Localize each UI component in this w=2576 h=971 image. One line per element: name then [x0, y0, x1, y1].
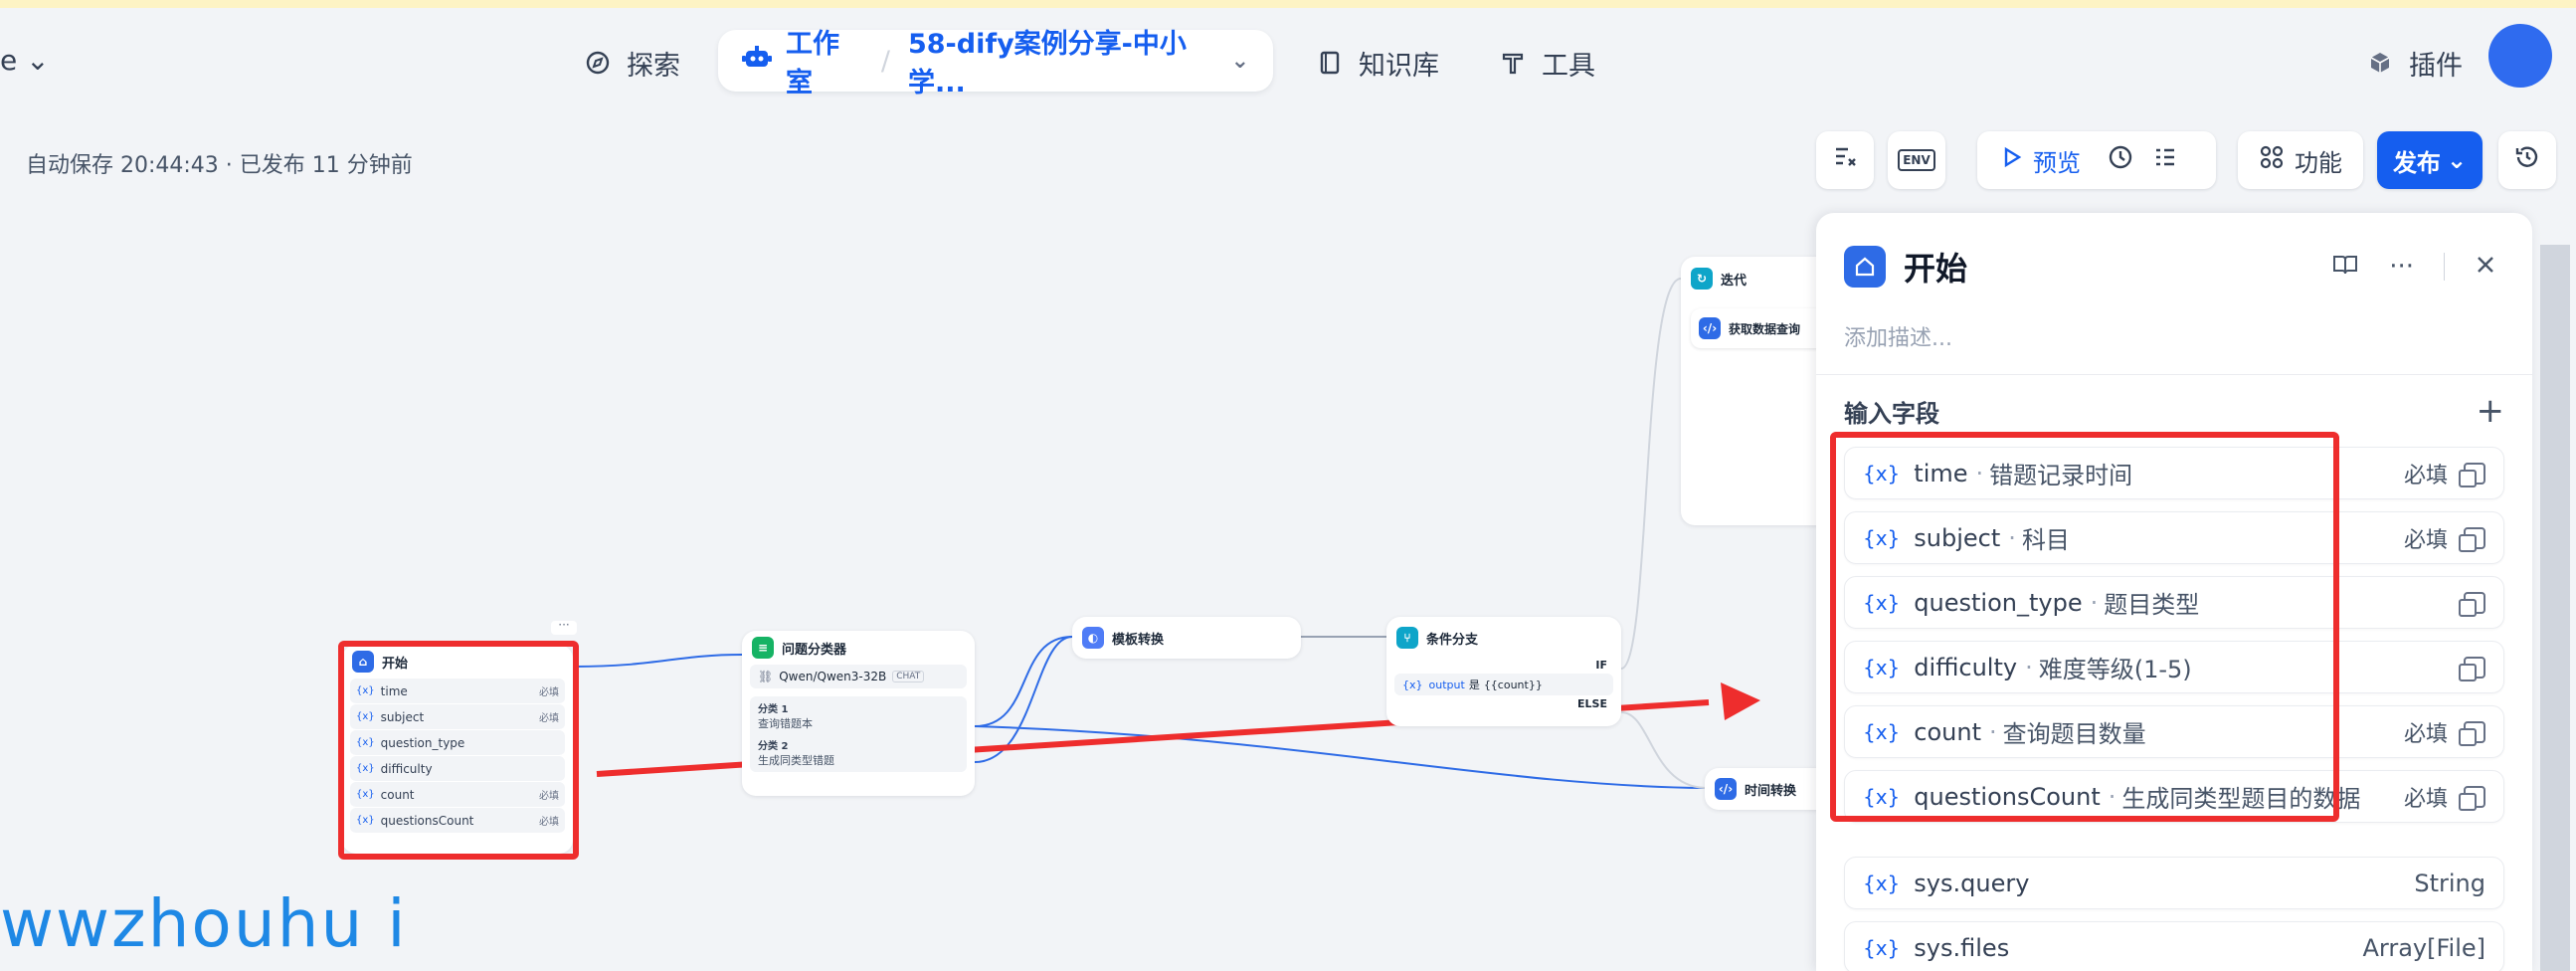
panel-title: 开始: [1904, 250, 1968, 288]
branch-icon: ⑂: [1396, 627, 1418, 649]
section-label: 输入字段: [1844, 399, 1939, 428]
more-icon[interactable]: ···: [551, 619, 577, 635]
code-icon: ‹/›: [1699, 317, 1721, 339]
edge-class1-template: [974, 636, 1073, 727]
ifelse-title: 条件分支: [1426, 632, 1479, 648]
copy-icon[interactable]: [2459, 656, 2485, 681]
template-title: 模板转换: [1112, 632, 1165, 648]
iteration-title: 迭代: [1721, 273, 1748, 289]
book-open-icon[interactable]: [2331, 251, 2359, 283]
fetch-node[interactable]: ‹/› 获取数据查询: [1691, 308, 1830, 348]
loop-icon: ↻: [1691, 268, 1713, 290]
model-selector[interactable]: ⛓ Qwen/Qwen3-32B CHAT: [750, 665, 967, 688]
template-icon: ◐: [1082, 627, 1104, 649]
annotation-arrow-head: [1721, 682, 1760, 720]
annotation-box-input-fields: [1830, 432, 2339, 822]
copy-icon[interactable]: [2459, 720, 2485, 746]
watermark: wwzhouhu i: [0, 885, 408, 962]
variable-icon: {x}: [1863, 935, 1901, 960]
classifier-icon: ≡: [752, 637, 774, 659]
model-icon: ⛓: [758, 670, 774, 683]
timeconv-title: 时间转换: [1745, 783, 1797, 799]
class-item: 分类 1 查询错题本 分类 2 生成同类型错题: [750, 696, 967, 772]
copy-icon[interactable]: [2459, 591, 2485, 617]
fetch-title: 获取数据查询: [1729, 321, 1801, 336]
condition-row: {x} output 是 {{count}}: [1394, 674, 1613, 695]
classifier-node[interactable]: ≡ 问题分类器 ⛓ Qwen/Qwen3-32B CHAT 分类 1 查询错题本…: [742, 631, 975, 796]
copy-icon[interactable]: [2459, 785, 2485, 811]
classifier-title: 问题分类器: [782, 642, 847, 658]
copy-icon[interactable]: [2459, 526, 2485, 552]
system-field-row[interactable]: {x} sys.query String: [1844, 857, 2504, 909]
edge-start-classifier: [574, 654, 743, 668]
description-input[interactable]: 添加描述...: [1816, 320, 2532, 370]
ifelse-node[interactable]: ⑂ 条件分支 IF {x} output 是 {{count}} ELSE: [1386, 617, 1621, 726]
copy-icon[interactable]: [2459, 462, 2485, 487]
edge-class1-timeconv: [974, 725, 1706, 789]
more-icon[interactable]: ···: [2389, 252, 2414, 282]
iteration-node[interactable]: ↻ 迭代 ‹/› 获取数据查询: [1681, 257, 1830, 525]
timeconv-node[interactable]: ‹/› 时间转换: [1705, 768, 1834, 810]
code-icon: ‹/›: [1715, 778, 1737, 800]
if-label: IF: [1595, 659, 1607, 672]
edge-if-iteration: [1620, 278, 1682, 670]
model-tag: CHAT: [892, 671, 925, 682]
model-name: Qwen/Qwen3-32B: [779, 670, 887, 683]
home-icon: [1844, 246, 1886, 288]
annotation-box-start-node: [338, 641, 579, 860]
edge-else-timeconv: [1620, 711, 1706, 789]
add-icon[interactable]: +: [2477, 391, 2505, 431]
canvas-scrollbar[interactable]: [2540, 245, 2570, 971]
variable-icon: {x}: [1863, 871, 1901, 895]
else-label: ELSE: [1577, 697, 1607, 710]
divider: [2444, 253, 2445, 281]
close-icon[interactable]: [2475, 254, 2496, 280]
template-node[interactable]: ◐ 模板转换: [1072, 617, 1301, 659]
system-field-row[interactable]: {x} sys.files Array[File]: [1844, 921, 2504, 971]
